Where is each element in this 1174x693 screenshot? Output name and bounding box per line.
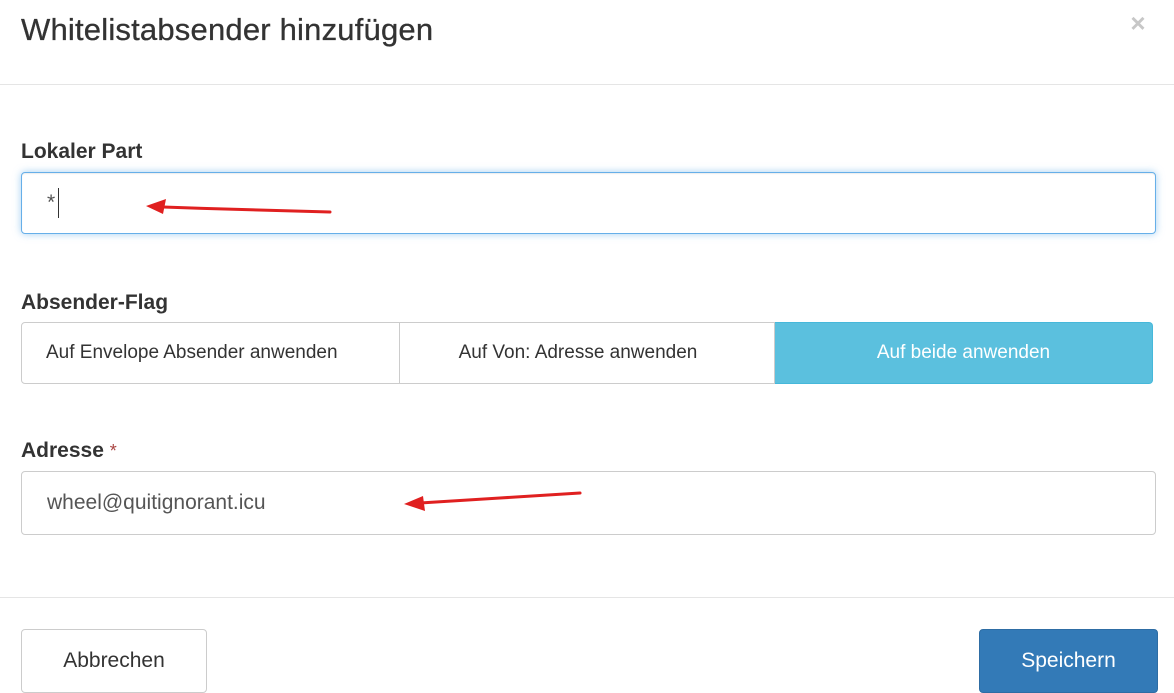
footer-divider bbox=[0, 597, 1174, 598]
dialog-title: Whitelistabsender hinzufügen bbox=[21, 12, 434, 47]
header-divider bbox=[0, 84, 1174, 85]
option-envelope-sender[interactable]: Auf Envelope Absender anwenden bbox=[21, 322, 400, 384]
address-label-text: Adresse bbox=[21, 439, 104, 462]
cancel-button[interactable]: Abbrechen bbox=[21, 629, 207, 693]
close-icon[interactable]: × bbox=[1126, 8, 1150, 38]
option-from-address[interactable]: Auf Von: Adresse anwenden bbox=[400, 322, 775, 384]
text-caret bbox=[58, 188, 59, 218]
address-label: Adresse * bbox=[21, 438, 117, 464]
local-part-input[interactable] bbox=[21, 172, 1156, 234]
sender-flag-label: Absender-Flag bbox=[21, 291, 169, 314]
save-button[interactable]: Speichern bbox=[979, 629, 1158, 693]
sender-flag-toggle-group: Auf Envelope Absender anwenden Auf Von: … bbox=[21, 322, 1153, 384]
required-marker: * bbox=[109, 441, 117, 461]
local-part-label: Lokaler Part bbox=[21, 140, 143, 163]
option-both[interactable]: Auf beide anwenden bbox=[775, 322, 1153, 384]
address-input[interactable] bbox=[21, 471, 1156, 535]
